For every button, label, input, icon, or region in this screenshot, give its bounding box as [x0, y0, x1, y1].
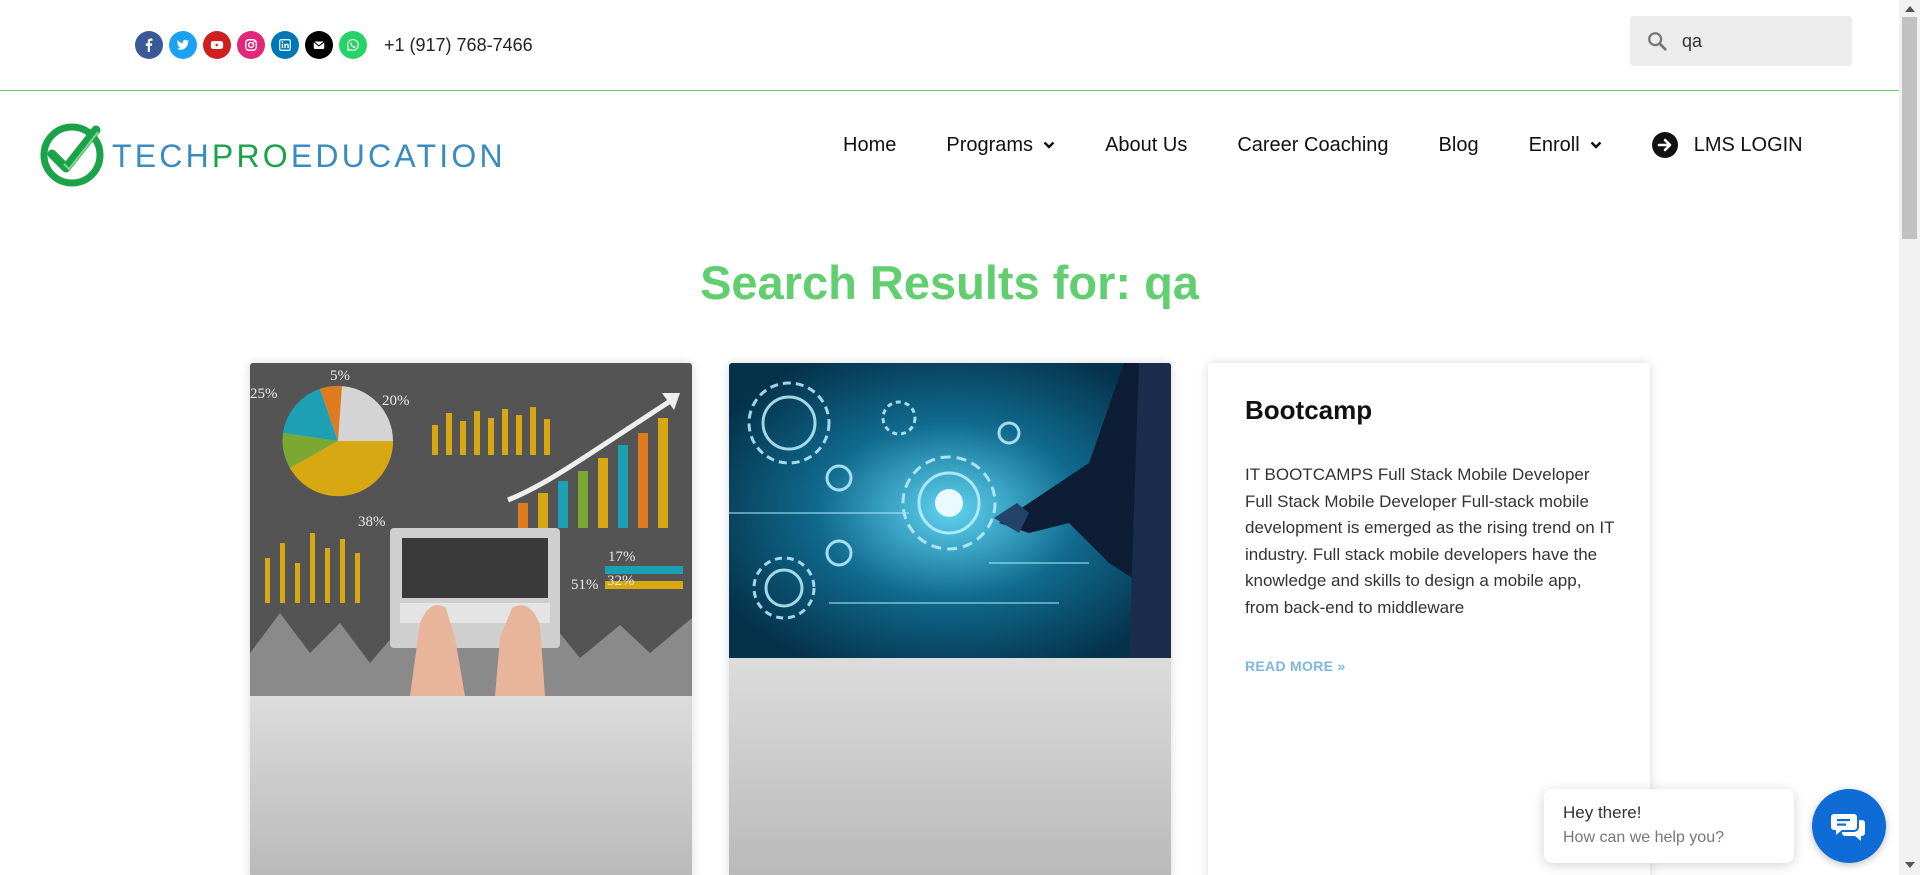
instagram-icon[interactable] [237, 31, 265, 59]
card-excerpt: IT BOOTCAMPS Full Stack Mobile Developer… [1245, 465, 1615, 617]
search-input[interactable] [1682, 30, 1832, 52]
linkedin-icon[interactable] [271, 31, 299, 59]
scroll-down-arrow-icon[interactable] [1905, 862, 1915, 868]
chat-greeting: Hey there! [1563, 803, 1642, 822]
top-bar: +1 (917) 768-7466 [0, 0, 1899, 91]
read-more-link[interactable]: READ MORE » [1245, 658, 1346, 674]
result-card-2[interactable] [729, 363, 1171, 875]
svg-text:20%: 20% [382, 393, 410, 409]
youtube-icon[interactable] [203, 31, 231, 59]
chat-bubbles-icon [1831, 814, 1865, 841]
techpro-education-logo[interactable]: TECHPROEDUCATION [38, 118, 602, 192]
chat-open-button[interactable] [1812, 789, 1886, 863]
digital-gears-hand-photo[interactable] [729, 363, 1171, 658]
nav-blog-label: Blog [1438, 133, 1479, 156]
nav-home-label: Home [843, 133, 897, 156]
logo-text-tech: TECH [112, 138, 212, 174]
nav-about-label: About Us [1105, 133, 1188, 156]
envelope-icon[interactable] [305, 31, 333, 59]
main-nav: Home Programs About Us Career Coaching B… [843, 125, 1803, 165]
search-box[interactable] [1630, 16, 1852, 66]
nav-career-coaching[interactable]: Career Coaching [1237, 134, 1388, 157]
chevron-down-icon [1043, 141, 1055, 149]
svg-text:25%: 25% [250, 386, 278, 402]
card-1-placeholder [250, 696, 692, 875]
chevron-down-icon [1590, 141, 1602, 149]
facebook-icon[interactable] [135, 31, 163, 59]
phone-number[interactable]: +1 (917) 768-7466 [384, 35, 533, 56]
nav-blog[interactable]: Blog [1439, 134, 1479, 157]
nav-enroll[interactable]: Enroll [1529, 134, 1602, 157]
nav-programs[interactable]: Programs [946, 134, 1055, 157]
nav-about-us[interactable]: About Us [1105, 134, 1187, 157]
scroll-up-arrow-icon[interactable] [1905, 6, 1915, 12]
social-links [135, 31, 367, 59]
twitter-icon[interactable] [169, 31, 197, 59]
arrow-right-circle-icon [1651, 132, 1678, 158]
card-2-placeholder [729, 658, 1171, 875]
laptop-analytics-chart-photo[interactable]: 5% 20% 25% 38% 17% 32% 51% [250, 363, 692, 696]
nav-career-label: Career Coaching [1237, 133, 1389, 156]
svg-text:38%: 38% [358, 514, 386, 530]
result-card-1[interactable]: 5% 20% 25% 38% 17% 32% 51% [250, 363, 692, 875]
svg-text:51%: 51% [571, 577, 599, 593]
page-title: Search Results for: qa [700, 256, 1199, 309]
lms-login-label: LMS LOGIN [1693, 133, 1803, 156]
card-title[interactable]: Bootcamp [1245, 395, 1372, 426]
svg-text:TECHPROEDUCATION: TECHPROEDUCATION [112, 138, 506, 174]
whatsapp-icon[interactable] [339, 31, 367, 59]
svg-text:5%: 5% [330, 368, 350, 384]
page-scrollbar[interactable] [1899, 0, 1920, 875]
scroll-thumb[interactable] [1902, 17, 1917, 239]
svg-text:17%: 17% [608, 549, 636, 565]
nav-programs-label: Programs [946, 133, 1034, 156]
logo-text-education: EDUCATION [291, 138, 506, 174]
logo-text-pro: PRO [212, 138, 291, 174]
chat-prompt: How can we help you? [1563, 829, 1724, 846]
lms-login-button[interactable]: LMS LOGIN [1651, 132, 1803, 158]
chat-greeting-bubble[interactable]: Hey there! How can we help you? [1544, 789, 1794, 863]
nav-enroll-label: Enroll [1528, 133, 1580, 156]
search-icon[interactable] [1646, 30, 1668, 52]
svg-text:32%: 32% [607, 573, 635, 589]
nav-home[interactable]: Home [843, 134, 896, 157]
